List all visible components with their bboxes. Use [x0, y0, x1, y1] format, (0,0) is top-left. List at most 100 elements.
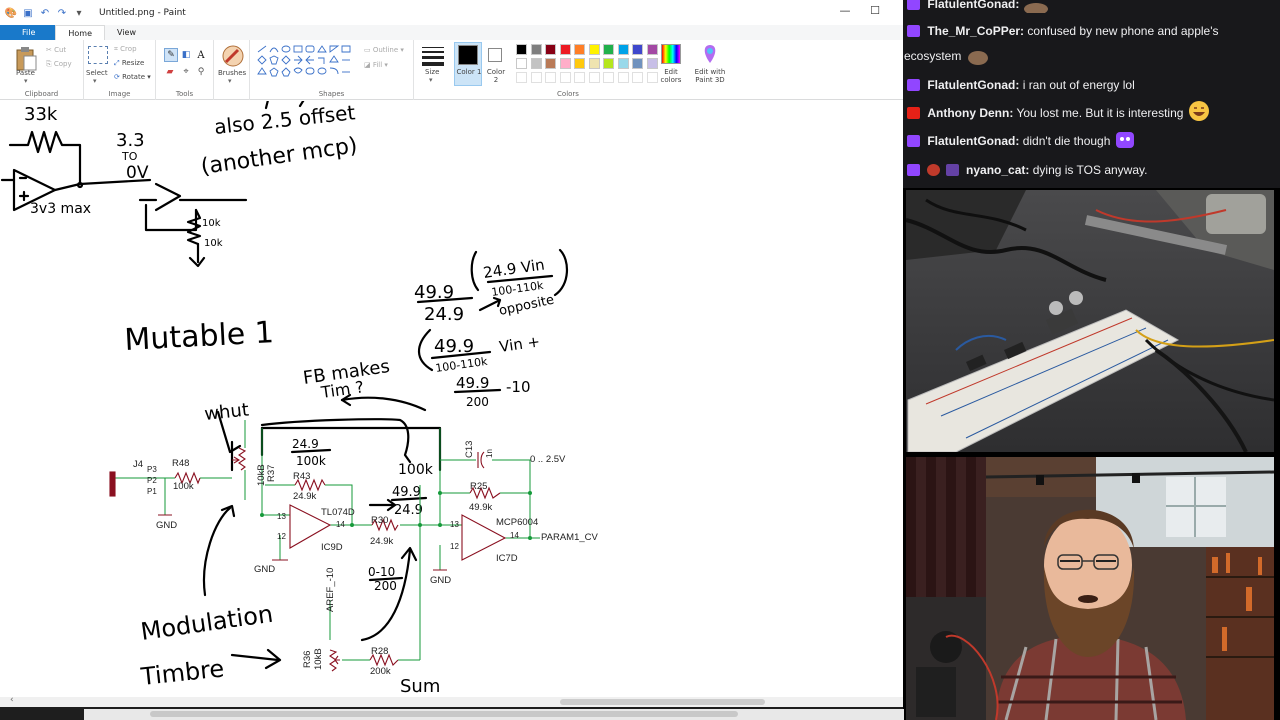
redo-icon[interactable]: ↷ — [56, 7, 68, 19]
magnifier-icon[interactable]: ⚲ — [195, 66, 207, 78]
note-eq1-bot: 24.9 — [424, 304, 464, 325]
palette-swatch[interactable] — [617, 44, 629, 55]
outline-button[interactable]: ▭ Outline ▾ — [364, 46, 404, 54]
fill-bucket-icon[interactable]: ◧ — [180, 48, 192, 62]
copy-label: Copy — [53, 60, 72, 68]
chat-text: ecosystem — [904, 49, 962, 63]
rainbow-palette-icon[interactable] — [661, 44, 681, 64]
select-dropdown-icon[interactable]: ▾ — [93, 77, 97, 85]
palette-swatch[interactable] — [603, 44, 614, 55]
twitch-icon — [907, 0, 920, 10]
size-group: Size ▾ — [414, 40, 450, 100]
label-r37-value: 10kB — [256, 464, 267, 486]
shapes-group: ▭ Outline ▾ ◪ Fill ▾ Shapes — [250, 40, 414, 100]
label-r48-value: 100k — [173, 481, 194, 492]
palette-custom-swatch[interactable] — [617, 72, 629, 83]
palette-swatch[interactable] — [559, 58, 571, 69]
palette-swatch[interactable] — [545, 44, 556, 55]
colors-group-label: Colors — [557, 90, 579, 98]
emote-icon — [965, 47, 991, 74]
palette-swatch[interactable] — [632, 58, 643, 69]
label-r28: R28 — [371, 646, 388, 657]
palette-custom-swatch[interactable] — [516, 72, 527, 83]
color2-label[interactable]: Color 2 — [484, 68, 508, 84]
size-dropdown-icon[interactable]: ▾ — [429, 76, 433, 84]
crop-button[interactable]: ⌗ Crop — [114, 45, 137, 54]
palette-swatch[interactable] — [603, 58, 614, 69]
label-p1: P1 — [147, 487, 157, 496]
ribbon: Paste ▾ ✂ Cut ⎘ Copy Clipboard Select ▾ … — [0, 40, 903, 100]
tab-file[interactable]: File — [0, 25, 56, 40]
note-eq3-bot: 200 — [466, 395, 489, 409]
rotate-button[interactable]: ⟳ Rotate ▾ — [114, 73, 151, 81]
paste-label[interactable]: Paste — [16, 69, 35, 77]
label-r43: R43 — [293, 471, 310, 482]
palette-swatch[interactable] — [632, 44, 643, 55]
color-picker-icon[interactable]: ⌖ — [180, 66, 192, 78]
label-mcp6004: MCP6004 — [496, 517, 538, 528]
brushes-dropdown-icon[interactable]: ▾ — [228, 77, 232, 85]
palette-custom-swatch[interactable] — [603, 72, 614, 83]
scrollbar-thumb[interactable] — [560, 699, 765, 705]
edit-colors-label[interactable]: Edit colors — [656, 68, 686, 84]
palette-swatch[interactable] — [574, 58, 585, 69]
label-r30-value: 24.9k — [370, 536, 393, 547]
note-3v3-max: 3v3 max — [30, 201, 91, 217]
color1-swatch[interactable] — [458, 45, 478, 65]
copy-button[interactable]: ⎘ Copy — [46, 60, 72, 69]
brushes-icon[interactable] — [222, 44, 244, 68]
palette-custom-swatch[interactable] — [588, 72, 600, 83]
paint3d-label[interactable]: Edit with Paint 3D — [690, 68, 730, 84]
palette-custom-swatch[interactable] — [574, 72, 585, 83]
minimize-button[interactable]: — — [830, 4, 860, 17]
label-r36: R36 — [302, 651, 313, 668]
size-icon[interactable] — [422, 46, 444, 66]
quick-access-dropdown-icon[interactable]: ▾ — [73, 7, 85, 19]
bottom-scroll-thumb[interactable] — [150, 711, 738, 717]
drawing-canvas[interactable]: 33k 3.3 TO 0V 3v3 max also 2.5 offset (a… — [0, 101, 903, 697]
scroll-left-icon[interactable]: ‹ — [10, 695, 14, 705]
maximize-button[interactable]: ☐ — [860, 4, 890, 17]
palette-swatch[interactable] — [530, 58, 542, 69]
palette-swatch[interactable] — [574, 44, 585, 55]
paint-window: 🎨 ▣ ↶ ↷ ▾ Untitled.png - Paint — ☐ File … — [0, 0, 904, 720]
title-bar: 🎨 ▣ ↶ ↷ ▾ Untitled.png - Paint — ☐ — [0, 0, 903, 26]
tab-view[interactable]: View — [105, 25, 148, 40]
tab-home[interactable]: Home — [55, 25, 106, 40]
fill-button[interactable]: ◪ Fill ▾ — [364, 61, 388, 69]
chat-message: The_Mr_CoPPer: confused by new phone and… — [903, 18, 1275, 44]
undo-icon[interactable]: ↶ — [39, 7, 51, 19]
palette-swatch[interactable] — [617, 58, 629, 69]
paste-dropdown-icon[interactable]: ▾ — [24, 77, 28, 85]
color2-swatch[interactable] — [488, 48, 502, 62]
label-j4: J4 — [133, 459, 143, 470]
palette-custom-swatch[interactable] — [530, 72, 542, 83]
resize-button[interactable]: ⤢ Resize — [114, 59, 144, 68]
size-label[interactable]: Size — [425, 68, 439, 76]
horizontal-scrollbar[interactable]: ‹ — [0, 695, 903, 707]
palette-swatch[interactable] — [559, 44, 571, 55]
pencil-icon[interactable]: ✎ — [164, 48, 178, 62]
label-r25-value: 49.9k — [469, 502, 492, 513]
select-icon[interactable] — [88, 46, 108, 64]
palette-swatch[interactable] — [588, 44, 600, 55]
palette-swatch[interactable] — [530, 44, 542, 55]
palette-swatch[interactable] — [516, 58, 527, 69]
palette-swatch[interactable] — [588, 58, 600, 69]
eraser-icon[interactable]: ▰ — [164, 66, 176, 78]
image-group-label: Image — [108, 90, 131, 98]
save-icon[interactable]: ▣ — [22, 7, 34, 19]
palette-swatch[interactable] — [516, 44, 527, 55]
paint3d-icon[interactable] — [700, 44, 720, 64]
brushes-label[interactable]: Brushes — [218, 69, 246, 77]
palette-custom-swatch[interactable] — [632, 72, 643, 83]
chat-username: FlatulentGonad: — [927, 0, 1020, 11]
select-label[interactable]: Select — [86, 69, 108, 77]
text-tool-icon[interactable]: A — [195, 48, 207, 62]
palette-swatch[interactable] — [545, 58, 556, 69]
palette-custom-swatch[interactable] — [559, 72, 571, 83]
color1-label[interactable]: Color 1 — [456, 68, 482, 76]
palette-custom-swatch[interactable] — [545, 72, 556, 83]
cut-button[interactable]: ✂ Cut — [46, 46, 66, 54]
shapes-gallery[interactable] — [256, 44, 356, 84]
